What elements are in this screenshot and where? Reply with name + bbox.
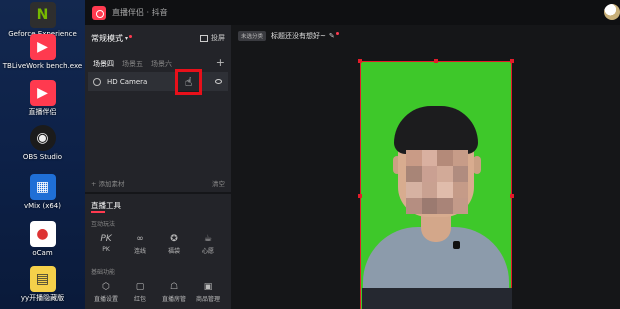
desktop-icon-label: vMix (x64) [23, 202, 61, 210]
desktop-icon-label: OBS Studio [22, 153, 63, 161]
desktop-icon-tblive[interactable]: ▶ TBLiveWork bench.exe [0, 34, 85, 70]
mode-selector[interactable]: 常规模式 ▾ [91, 33, 133, 44]
tool-label: 直播房管 [161, 296, 186, 303]
tab-scene-4[interactable]: 场景四 [93, 59, 114, 69]
tool-label: 商品管理 [195, 296, 220, 303]
group-label-basic: 基础功能 [91, 269, 116, 276]
resize-handle[interactable] [510, 59, 514, 63]
tools-title: 直播工具 [91, 201, 121, 210]
eye-icon[interactable] [215, 79, 222, 84]
desktop-icon-ocam[interactable]: ● oCam [0, 221, 85, 257]
resize-handle[interactable] [358, 194, 362, 198]
clear-button[interactable]: 清空 [212, 178, 225, 188]
ocam-icon: ● [29, 221, 56, 247]
divider [85, 192, 231, 194]
tool-connect[interactable]: ∞ 连线 [124, 233, 156, 255]
room-title[interactable]: 标题还没有想好~ [271, 31, 326, 41]
resize-handle[interactable] [434, 59, 438, 63]
desktop: N Geforce Experience ▶ TBLiveWork bench.… [0, 0, 85, 309]
desktop-icon-zhibobanlv[interactable]: ▶ 直播伴侣 [0, 80, 85, 116]
link-icon: ∞ [136, 234, 144, 244]
tab-scene-5[interactable]: 场景五 [122, 59, 143, 69]
tool-label: 连线 [133, 248, 146, 255]
settings-icon: ⬡ [102, 282, 110, 292]
source-item-hd-camera[interactable]: HD Camera [88, 72, 228, 91]
left-panel: 常规模式 ▾ 投屏 场景四 场景五 场景六 + HD Camera ☝ + 添加… [85, 25, 231, 309]
wish-icon: ☕ [203, 234, 213, 244]
camera-icon [93, 77, 101, 86]
resize-handle[interactable] [510, 194, 514, 198]
desktop-icon-label: oCam [32, 249, 53, 257]
chevron-down-icon: ▾ [125, 35, 129, 42]
notification-dot [335, 32, 339, 35]
category-badge[interactable]: 未选分类 [238, 31, 267, 41]
notification-dot [129, 34, 133, 38]
person-ear [473, 156, 481, 174]
tool-product-manage[interactable]: ▣ 商品管理 [192, 281, 224, 303]
app-logo-icon [92, 5, 106, 20]
add-scene-icon[interactable]: + [216, 56, 225, 69]
pk-icon: PK [100, 234, 112, 244]
tool-room-admin[interactable]: ☖ 直播房管 [158, 281, 190, 303]
preview-header: 未选分类 标题还没有想好~ ✎ [238, 31, 339, 41]
desktop-icon-label: TBLiveWork bench.exe [2, 62, 83, 70]
source-item-label: HD Camera [107, 77, 148, 86]
tool-label: 心愿 [201, 248, 214, 255]
camera-bottom-edge [362, 288, 512, 309]
desktop-icon-obs[interactable]: ◉ OBS Studio [0, 125, 85, 161]
tab-underline [91, 211, 105, 213]
projection-label: 投屏 [211, 34, 225, 42]
vmix-icon: ▦ [29, 174, 56, 200]
title-bar: 直播伴侣 · 抖音 [85, 0, 620, 25]
desktop-icon-geforce[interactable]: N Geforce Experience [0, 2, 85, 38]
projection-button[interactable]: 投屏 [200, 33, 225, 43]
tblive-icon: ▶ [29, 34, 56, 60]
tab-scene-6[interactable]: 场景六 [151, 59, 172, 69]
scene-tabs: 场景四 场景五 场景六 + [85, 56, 231, 72]
tool-live-settings[interactable]: ⬡ 直播设置 [90, 281, 122, 303]
preview-canvas[interactable] [358, 59, 514, 309]
person-hair [394, 106, 478, 154]
tool-pk[interactable]: PK PK [90, 233, 122, 253]
resize-handle[interactable] [358, 59, 362, 63]
add-material-button[interactable]: + 添加素材 [91, 178, 125, 188]
desktop-icon-yy[interactable]: ▤ yy开播隐藏版 [0, 266, 85, 302]
source-footer: + 添加素材 清空 [91, 178, 225, 188]
yy-icon: ▤ [29, 266, 56, 292]
hand-cursor-icon: ☝ [184, 75, 193, 89]
tool-wish[interactable]: ☕ 心愿 [192, 233, 224, 255]
desktop-icon-vmix[interactable]: ▦ vMix (x64) [0, 174, 85, 210]
live-companion-icon: ▶ [29, 80, 56, 106]
tool-label: 红包 [133, 296, 146, 303]
obs-icon: ◉ [29, 125, 56, 151]
screen-icon [200, 34, 208, 42]
live-companion-window: 直播伴侣 · 抖音 常规模式 ▾ 投屏 场景四 场景五 场景六 + HD Cam… [85, 0, 620, 309]
tool-label: 福袋 [167, 248, 180, 255]
tool-label: PK [102, 246, 110, 253]
desktop-icon-label: 直播伴侣 [28, 108, 57, 116]
lapel-mic [453, 241, 460, 249]
red-packet-icon: ▢ [135, 282, 145, 292]
edit-icon[interactable]: ✎ [329, 32, 335, 40]
preview-panel: 未选分类 标题还没有想好~ ✎ [231, 25, 620, 309]
lock-button-highlight[interactable]: ☝ [175, 69, 202, 95]
face-mosaic [406, 150, 468, 214]
nvidia-icon: N [29, 2, 56, 28]
lucky-bag-icon: ✪ [170, 234, 178, 244]
window-title: 直播伴侣 · 抖音 [112, 8, 168, 17]
admin-icon: ☖ [169, 282, 179, 292]
tool-label: 直播设置 [93, 296, 118, 303]
desktop-icon-label: yy开播隐藏版 [20, 294, 65, 302]
tool-red-packet[interactable]: ▢ 红包 [124, 281, 156, 303]
mode-label: 常规模式 [91, 34, 123, 43]
tool-lucky-bag[interactable]: ✪ 福袋 [158, 233, 190, 255]
user-avatar[interactable] [604, 4, 620, 20]
group-label-interact: 互动玩法 [91, 221, 116, 228]
product-icon: ▣ [203, 282, 213, 292]
